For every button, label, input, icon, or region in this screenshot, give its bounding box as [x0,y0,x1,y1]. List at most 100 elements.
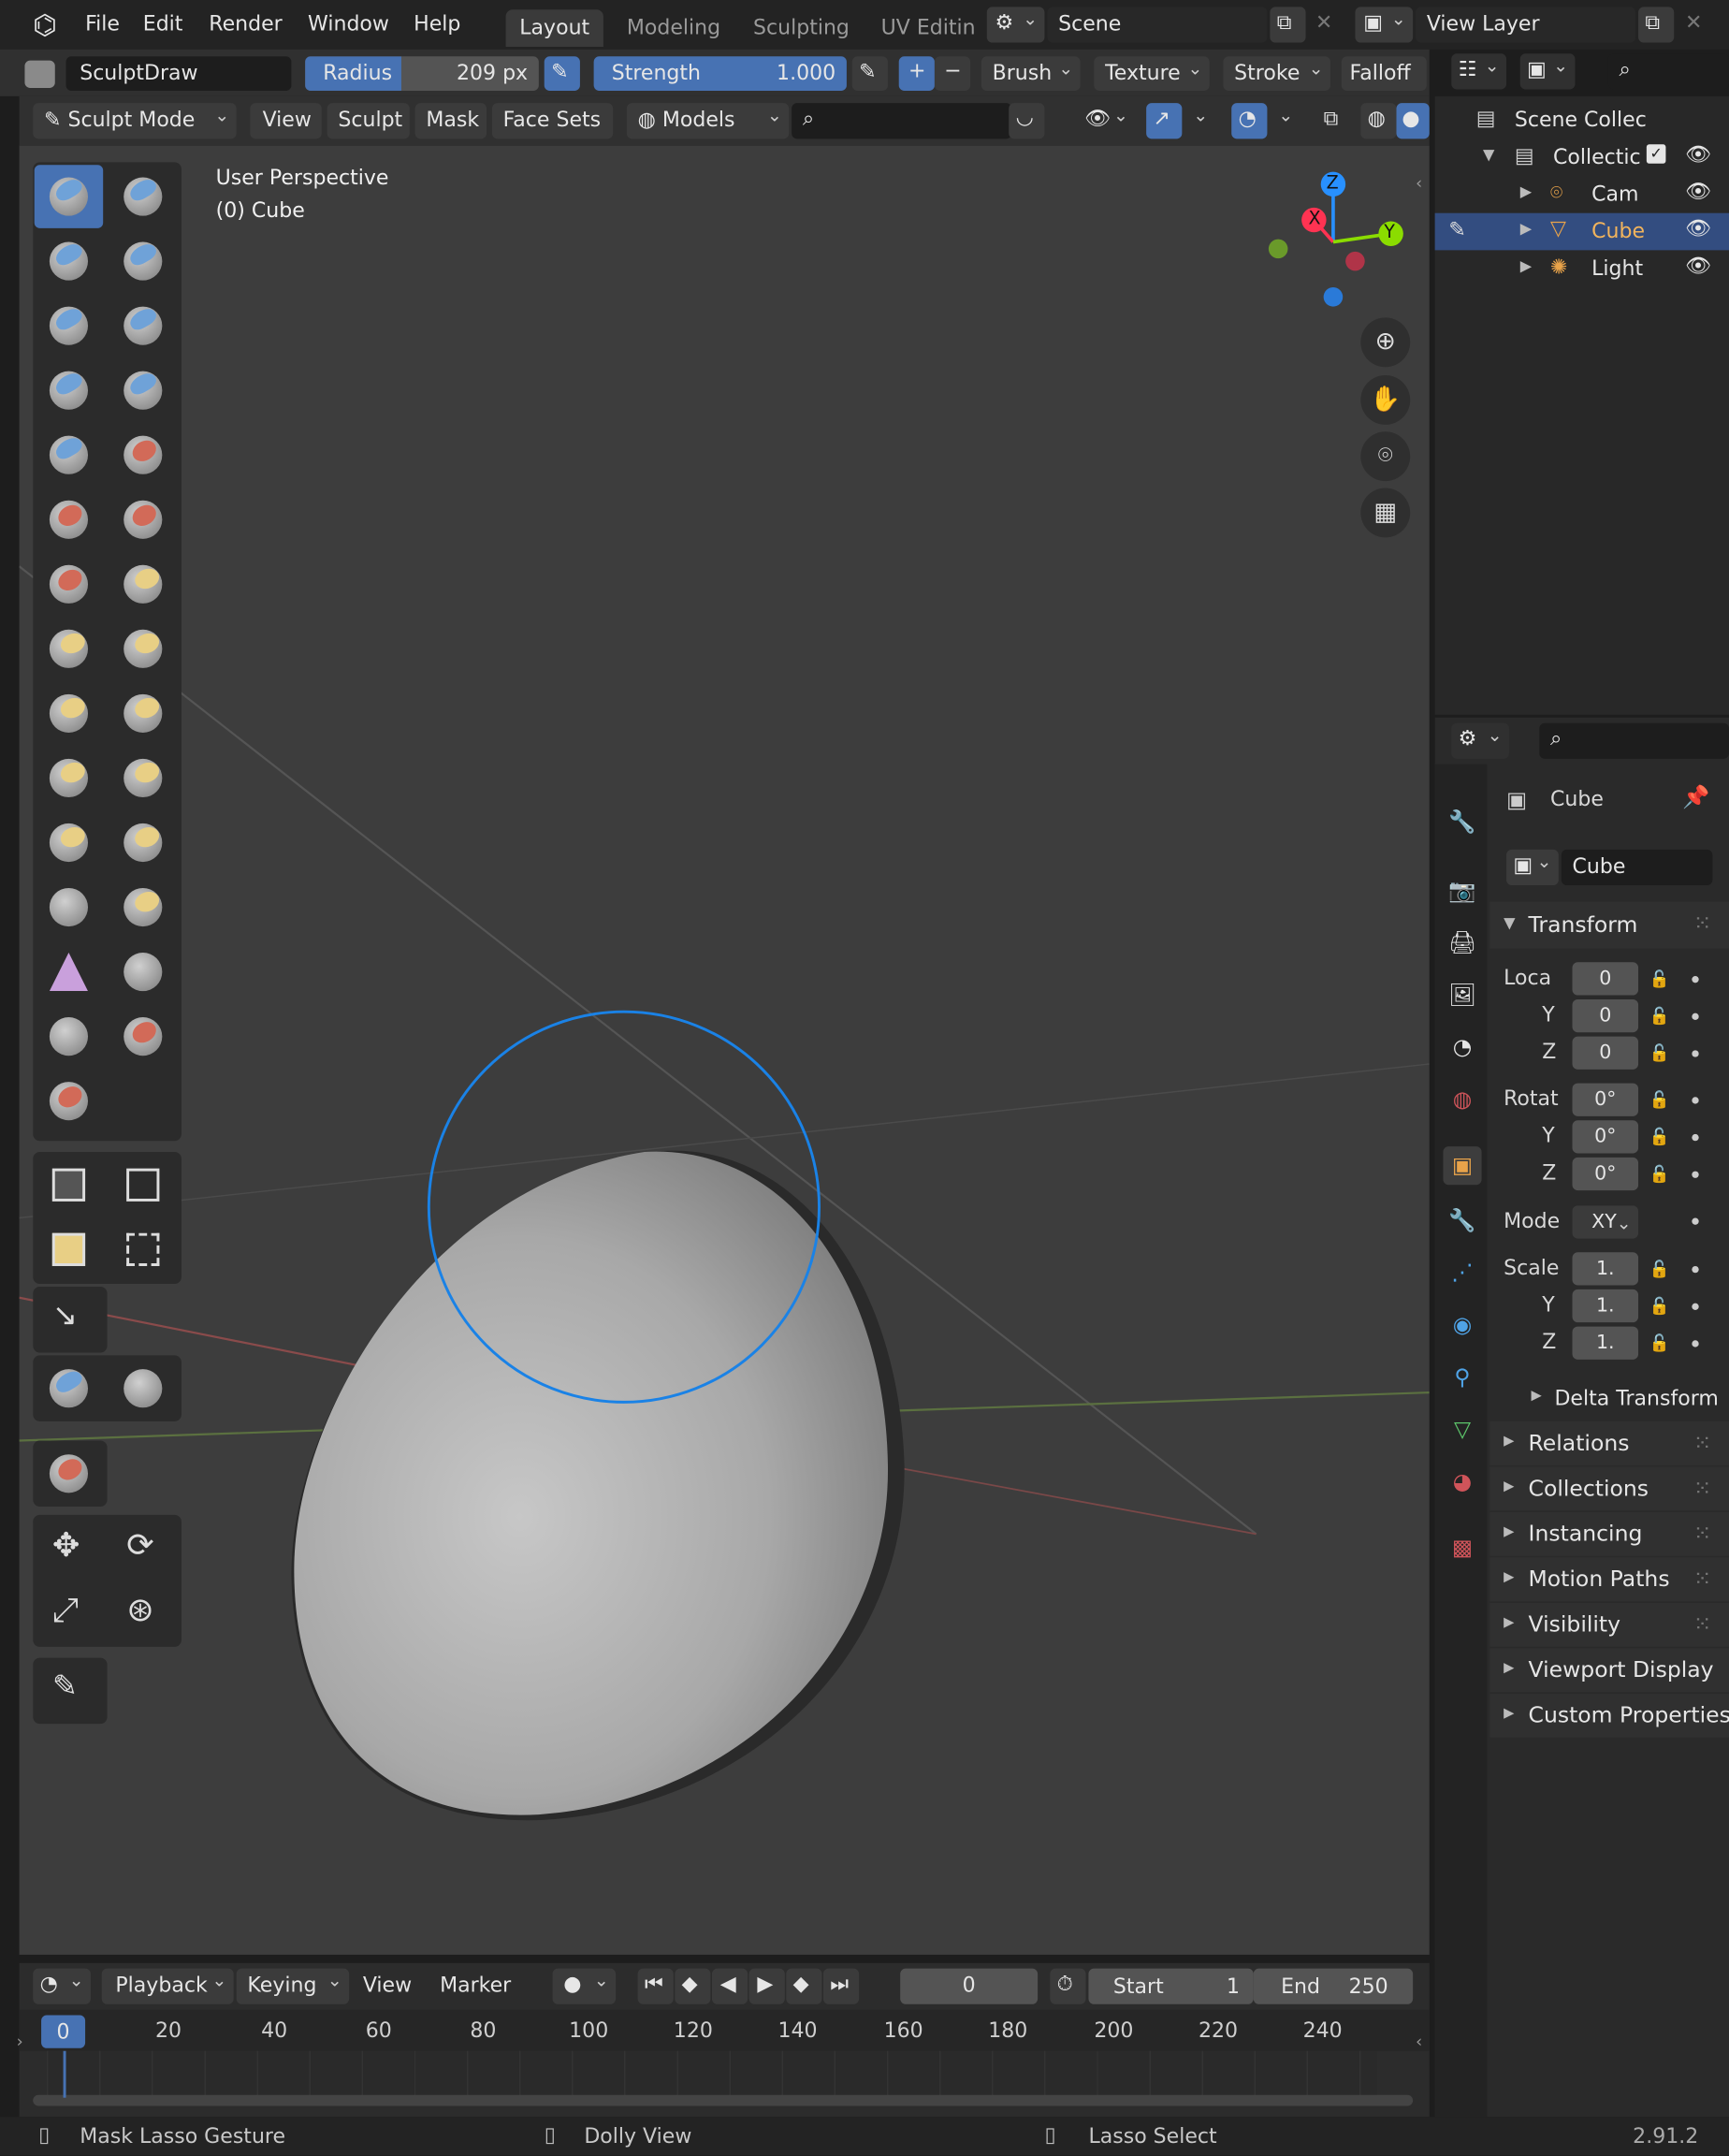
lock-icon[interactable]: 🔓 [1649,1296,1670,1316]
scene-selector-button[interactable]: ⚙ [986,7,1045,43]
visibility-eye-icon[interactable]: 👁 [1078,103,1136,138]
keyframe-dot-icon[interactable] [1692,1050,1699,1057]
scale-y-field[interactable]: 1. [1572,1289,1639,1323]
mask-by-color-tool[interactable] [35,1442,103,1506]
solid-shading-icon[interactable]: ● [1396,103,1430,139]
overlays-toggle-icon[interactable]: ◔ [1231,103,1268,139]
models-dropdown[interactable]: ◍ Models [626,103,790,139]
pose-tool[interactable] [109,747,177,810]
overlays-options-icon[interactable] [1270,103,1300,138]
object-data-tab-icon[interactable]: ▽ [1443,1410,1481,1449]
keyframe-dot-icon[interactable] [1692,1133,1699,1142]
tool-tab-icon[interactable]: 🔧 [1443,803,1481,841]
object-browse-icon[interactable]: ▣ [1506,849,1559,886]
instancing-panel-header[interactable]: ▶ Instancing ⁙ [1489,1511,1729,1556]
record-keyframe-icon[interactable]: ● [552,1968,617,2004]
scene-name-field[interactable]: Scene [1047,7,1268,43]
pinch-tool[interactable] [35,618,103,681]
playhead-frame-label[interactable]: 0 [41,2015,86,2048]
slide-relax-tool[interactable] [35,876,103,940]
scale-tool[interactable]: ⤢ [35,1582,103,1646]
keying-menu[interactable]: Keying [236,1968,350,2004]
zoom-icon[interactable]: ⊕ [1360,317,1411,368]
play-icon[interactable]: ▶ [748,1968,785,2004]
jump-end-icon[interactable]: ⏭ [822,1968,860,2004]
snake-hook-tool[interactable] [109,682,177,746]
mode-dropdown[interactable]: ✎ Sculpt Mode [33,103,237,139]
relations-panel-header[interactable]: ▶ Relations ⁙ [1489,1420,1729,1465]
drag-handle-icon[interactable]: ⁙ [1693,1430,1712,1456]
object-tab-icon[interactable]: ▣ [1443,1146,1482,1186]
collections-panel-header[interactable]: ▶ Collections ⁙ [1489,1466,1729,1511]
menu-render[interactable]: Render [209,11,282,36]
mask-tool[interactable] [35,1005,103,1069]
visibility-eye-icon[interactable]: 👁 [1685,216,1711,240]
smooth-tool[interactable] [109,423,177,487]
toolbar-toggle-icon[interactable]: › [17,2032,23,2051]
custom-properties-panel-header[interactable]: ▶ Custom Properties [1489,1693,1729,1738]
move-tool[interactable]: ✥ [35,1518,103,1581]
lock-icon[interactable]: 🔓 [1649,1128,1670,1147]
render-tab-icon[interactable]: 📷 [1443,871,1481,910]
sculpt-edit-icon[interactable]: ✎ [1448,217,1465,241]
rotation-y-field[interactable]: 0° [1572,1120,1639,1154]
multires-displacement-eraser-tool[interactable] [35,1070,103,1133]
expand-triangle-icon[interactable]: ▶ [1520,257,1532,275]
clay-tool[interactable] [35,229,103,293]
editor-type-icon[interactable]: ⚙ [1451,722,1509,759]
keyframe-dot-icon[interactable] [1692,1097,1699,1104]
menu-edit[interactable]: Edit [143,11,183,36]
drag-handle-icon[interactable]: ⁙ [1693,1475,1712,1501]
mesh-filter-tool[interactable] [35,1357,103,1420]
box-trim-tool[interactable] [109,1219,177,1283]
expand-triangle-icon[interactable]: ▶ [1520,220,1532,238]
timeline-editor-type-icon[interactable]: ◔ [33,1968,91,2004]
play-reverse-icon[interactable]: ◀ [711,1968,748,2004]
xray-toggle-icon[interactable]: ⧉ [1316,103,1352,138]
cloth-tool[interactable] [35,940,103,1004]
box-hide-tool[interactable] [109,1155,177,1218]
lock-icon[interactable]: 🔓 [1649,1043,1670,1063]
location-z-field[interactable]: 0 [1572,1036,1639,1070]
ortho-grid-icon[interactable]: ▦ [1360,488,1411,538]
lock-icon[interactable]: 🔓 [1649,1090,1670,1110]
timeline-scrollbar[interactable] [33,2094,1414,2106]
visibility-eye-icon[interactable]: 👁 [1685,179,1711,203]
transform-tool[interactable]: ⊛ [109,1582,177,1646]
flatten-tool[interactable] [35,488,103,551]
lock-icon[interactable]: 🔓 [1649,1006,1670,1026]
output-tab-icon[interactable]: 🖨 [1443,924,1481,962]
face-sets-menu[interactable]: Face Sets [491,103,614,139]
rotation-mode-dropdown[interactable]: XY [1572,1205,1639,1242]
rotate-tool[interactable]: ⟳ [109,1518,177,1581]
camera-view-icon[interactable]: ⌾ [1360,431,1411,482]
texture-dropdown[interactable]: Texture [1094,56,1210,91]
multiplane-scrape-tool[interactable] [109,553,177,617]
nudge-tool[interactable] [35,811,103,875]
marker-menu[interactable]: Marker [426,1969,522,2004]
motion-paths-panel-header[interactable]: ▶ Motion Paths ⁙ [1489,1557,1729,1602]
playback-menu[interactable]: Playback [101,1968,234,2004]
lock-icon[interactable]: 🔓 [1649,1333,1670,1353]
drag-handle-icon[interactable]: ⁙ [1693,1566,1712,1592]
wireframe-shading-icon[interactable]: ◍ [1360,103,1397,139]
delete-scene-icon[interactable]: ✕ [1315,9,1332,34]
drag-handle-icon[interactable]: ⁙ [1693,1611,1712,1638]
clay-thumb-tool[interactable] [35,294,103,357]
sidebar-toggle-icon[interactable]: ‹ [1416,2032,1422,2051]
outliner-item-light[interactable]: ▶ ✺ Light 👁 [1435,250,1729,287]
view-layer-selector-button[interactable]: ▣ [1355,7,1414,43]
falloff-dropdown[interactable]: Falloff [1341,56,1427,91]
location-x-field[interactable]: 0 [1572,962,1639,996]
drag-handle-icon[interactable]: ⁙ [1693,910,1712,936]
annotate-tool[interactable]: ✎ [35,1659,103,1723]
sidebar-toggle-icon[interactable]: ‹ [1416,173,1422,193]
direction-subtract-button[interactable]: − [934,56,971,91]
constraints-tab-icon[interactable]: ⚲ [1443,1358,1481,1396]
current-frame-field[interactable]: 0 [900,1968,1039,2004]
menu-window[interactable]: Window [308,11,389,36]
viewport-display-panel-header[interactable]: ▶ Viewport Display [1489,1648,1729,1693]
keyframe-dot-icon[interactable] [1692,1265,1699,1274]
neg-x-axis-handle[interactable] [1345,251,1365,271]
visibility-eye-icon[interactable]: 👁 [1685,141,1711,166]
